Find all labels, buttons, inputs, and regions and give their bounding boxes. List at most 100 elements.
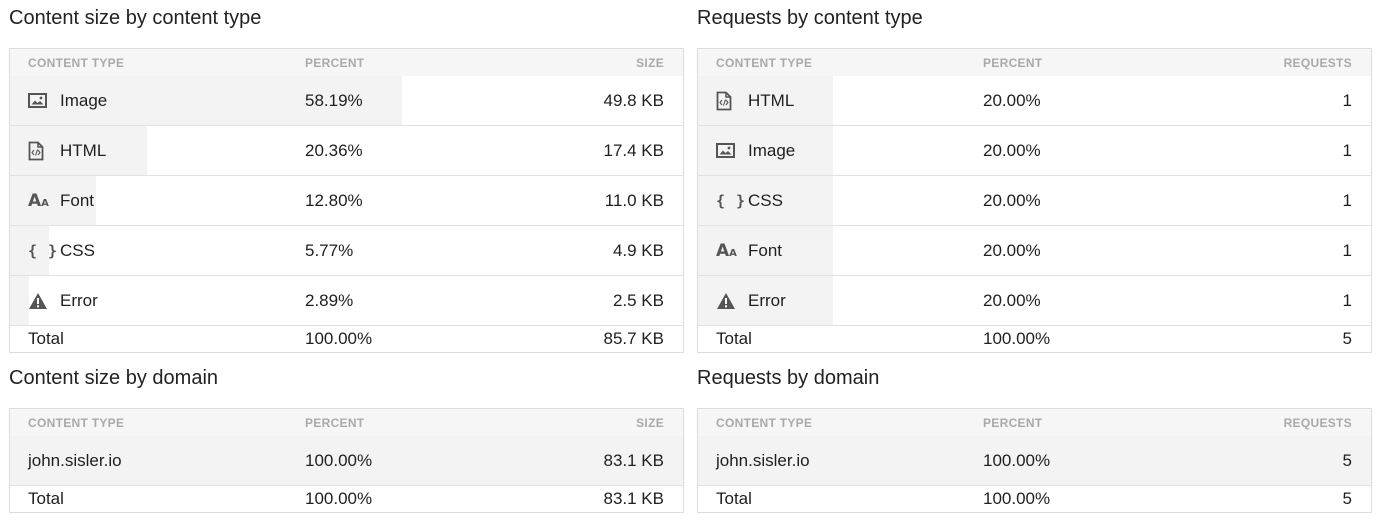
column-header-percent[interactable]: PERCENT (305, 416, 425, 430)
warning-icon (28, 290, 50, 312)
content-type-cell: Error (698, 290, 983, 312)
panel-title: Content size by domain (9, 367, 219, 389)
total-row: Total 100.00% 5 (698, 325, 1371, 352)
percent-cell: 100.00% (305, 450, 373, 470)
table-body: HTML 20.00% 1 Image 20.00% 1{ } CSS 20.00% 1 AA Fo… (698, 76, 1371, 325)
content-size-by-domain-table: CONTENT TYPE PERCENT SIZE john.sisler.io… (9, 408, 684, 513)
content-type-label: CSS (748, 190, 783, 210)
column-header-percent[interactable]: PERCENT (983, 416, 1123, 430)
table-row: john.sisler.io 100.00% 83.1 KB (10, 436, 683, 485)
column-header-requests[interactable]: REQUESTS (1123, 56, 1371, 70)
requests-by-type-table: CONTENT TYPE PERCENT REQUESTS HTML 20.00%… (697, 48, 1372, 353)
warning-icon (716, 290, 738, 312)
table-header: CONTENT TYPE PERCENT REQUESTS (698, 49, 1371, 76)
total-label: Total (28, 489, 64, 508)
content-type-label: CSS (60, 240, 95, 260)
value-cell: 49.8 KB (603, 90, 665, 110)
value-cell: 17.4 KB (603, 140, 665, 160)
column-header-size[interactable]: SIZE (425, 56, 683, 70)
total-percent: 100.00% (305, 489, 373, 508)
column-header-requests[interactable]: REQUESTS (1123, 416, 1371, 430)
total-label: Total (716, 329, 752, 348)
css-braces-icon: { } (28, 241, 59, 260)
total-percent: 100.00% (983, 489, 1051, 508)
value-cell: 5 (1342, 450, 1352, 470)
table-row: Image 58.19% 49.8 KB (10, 76, 683, 125)
requests-by-type-panel: Requests by content type CONTENT TYPE PE… (697, 2, 1372, 353)
font-icon: AA (28, 190, 49, 211)
table-row: HTML 20.36% 17.4 KB (10, 125, 683, 175)
value-cell: 1 (1342, 240, 1352, 260)
table-header: CONTENT TYPE PERCENT SIZE (10, 409, 683, 436)
total-value: 5 (1342, 329, 1352, 348)
table-row: john.sisler.io 100.00% 5 (698, 436, 1371, 485)
percent-cell: 20.00% (983, 290, 1041, 310)
percent-cell: 20.00% (983, 90, 1041, 110)
content-type-cell: HTML (10, 140, 305, 162)
percent-cell: 20.36% (305, 140, 363, 160)
content-type-cell: Error (10, 290, 305, 312)
column-header-content-type[interactable]: CONTENT TYPE (698, 416, 983, 430)
content-size-by-domain-panel: Content size by domain CONTENT TYPE PERC… (9, 362, 684, 513)
content-type-label: Image (60, 90, 108, 110)
total-percent: 100.00% (983, 329, 1051, 348)
table-row: { } CSS 20.00% 1 (698, 175, 1371, 225)
requests-by-domain-panel: Requests by domain CONTENT TYPE PERCENT … (697, 362, 1372, 513)
value-cell: 1 (1342, 290, 1352, 310)
table-row: AA Font 12.80% 11.0 KB (10, 175, 683, 225)
content-type-label: HTML (60, 140, 107, 160)
table-row: HTML 20.00% 1 (698, 76, 1371, 125)
percent-cell: 5.77% (305, 240, 354, 260)
column-header-content-type[interactable]: CONTENT TYPE (10, 56, 305, 70)
html-file-icon (28, 140, 50, 162)
table-body: Image 58.19% 49.8 KB HTML 20.36% 17.4 KB AA Fon… (10, 76, 683, 325)
total-value: 83.1 KB (603, 489, 665, 508)
content-type-cell: AA Font (10, 190, 305, 212)
panel-title: Requests by content type (697, 7, 923, 29)
panel-title: Content size by content type (9, 7, 262, 29)
table-body: john.sisler.io 100.00% 5 (698, 436, 1371, 485)
content-type-cell: Image (10, 90, 305, 112)
column-header-size[interactable]: SIZE (425, 416, 683, 430)
total-value: 85.7 KB (603, 329, 665, 348)
column-header-percent[interactable]: PERCENT (983, 56, 1123, 70)
percent-cell: 20.00% (983, 240, 1041, 260)
panel-title: Requests by domain (697, 367, 880, 389)
content-type-cell: john.sisler.io (698, 451, 983, 471)
table-row: AA Font 20.00% 1 (698, 225, 1371, 275)
value-cell: 2.5 KB (612, 290, 664, 310)
content-type-label: HTML (748, 90, 795, 110)
content-type-cell: { } CSS (10, 240, 305, 262)
image-icon (28, 90, 50, 112)
content-type-cell: Image (698, 140, 983, 162)
table-row: Image 20.00% 1 (698, 125, 1371, 175)
value-cell: 1 (1342, 90, 1352, 110)
content-type-label: Error (60, 290, 98, 310)
font-icon: AA (716, 240, 737, 261)
percent-cell: 100.00% (983, 450, 1051, 470)
percent-cell: 20.00% (983, 190, 1041, 210)
content-size-by-type-table: CONTENT TYPE PERCENT SIZE Image 58.19% 49.… (9, 48, 684, 353)
percent-cell: 12.80% (305, 190, 363, 210)
table-body: john.sisler.io 100.00% 83.1 KB (10, 436, 683, 485)
content-size-by-type-panel: Content size by content type CONTENT TYP… (9, 2, 684, 353)
total-row: Total 100.00% 85.7 KB (10, 325, 683, 352)
table-row: Error 2.89% 2.5 KB (10, 275, 683, 325)
css-braces-icon: { } (716, 191, 747, 210)
content-type-cell: AA Font (698, 240, 983, 262)
percent-cell: 2.89% (305, 290, 354, 310)
table-header: CONTENT TYPE PERCENT REQUESTS (698, 409, 1371, 436)
total-row: Total 100.00% 5 (698, 485, 1371, 512)
column-header-percent[interactable]: PERCENT (305, 56, 425, 70)
table-header: CONTENT TYPE PERCENT SIZE (10, 49, 683, 76)
percent-cell: 20.00% (983, 140, 1041, 160)
table-row: Error 20.00% 1 (698, 275, 1371, 325)
value-cell: 11.0 KB (604, 190, 664, 210)
total-label: Total (28, 329, 64, 348)
content-type-label: Font (748, 240, 783, 260)
column-header-content-type[interactable]: CONTENT TYPE (698, 56, 983, 70)
image-icon (716, 140, 738, 162)
total-row: Total 100.00% 83.1 KB (10, 485, 683, 512)
column-header-content-type[interactable]: CONTENT TYPE (10, 416, 305, 430)
value-cell: 1 (1342, 190, 1352, 210)
